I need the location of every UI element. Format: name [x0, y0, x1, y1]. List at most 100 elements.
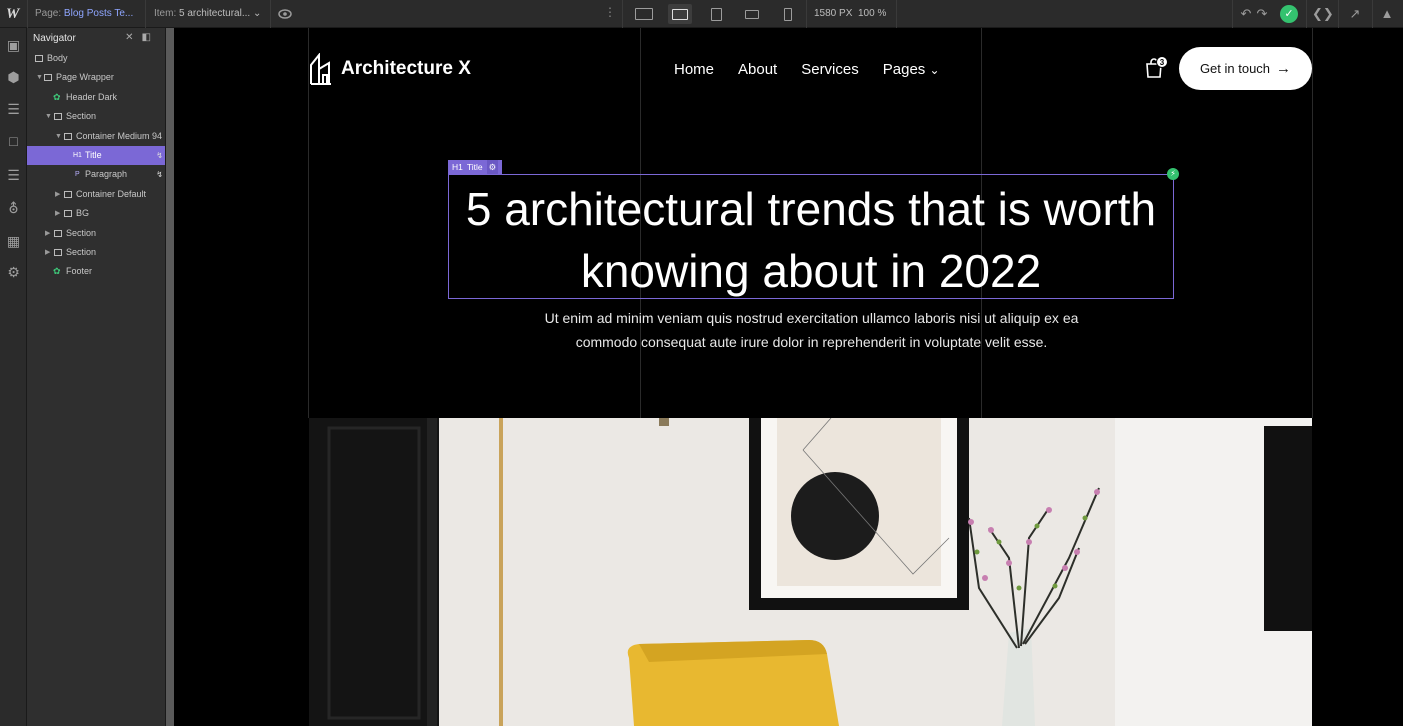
arrow-right-icon: → [1276, 60, 1292, 77]
design-canvas[interactable]: Architecture X Home About Services Pages… [174, 28, 1403, 726]
navigator-tree: Body ▼ Page Wrapper ✿ Header Dark ▼ Sect… [27, 49, 165, 282]
get-in-touch-button[interactable]: Get in touch → [1179, 47, 1312, 90]
nav-home[interactable]: Home [674, 61, 714, 78]
divider [622, 0, 623, 28]
publish-icon[interactable]: ▲ [1378, 5, 1396, 23]
symbol-icon: ✿ [53, 91, 61, 102]
interior-photo [309, 418, 1312, 726]
mobile-landscape-breakpoint-icon[interactable] [740, 4, 764, 24]
cart-button[interactable]: 3 [1144, 56, 1168, 78]
left-icon-rail: ▣ ⬢ ☰ □ ☰ ⛢ ▦ ⚙ [0, 28, 27, 726]
gear-icon[interactable]: ⚙ [486, 160, 499, 174]
building-logo-icon [310, 53, 331, 85]
chevron-down-icon: ⌄ [929, 63, 940, 77]
database-icon[interactable]: ☰ [5, 167, 22, 184]
tree-item-label: BG [76, 208, 90, 219]
selected-element-tag[interactable]: H1 Title ⚙ [448, 160, 503, 174]
desktop-large-breakpoint-icon[interactable] [632, 4, 656, 24]
desktop-breakpoint-icon[interactable] [668, 4, 692, 24]
tree-item-label: Container Default [76, 188, 147, 199]
section-icon [54, 248, 62, 256]
page-icon[interactable]: □ [5, 133, 22, 150]
tree-item-title[interactable]: H1 Title ↯ [27, 145, 165, 166]
item-selector[interactable]: Item: 5 architectural... ⌄ [154, 8, 261, 19]
code-icon[interactable]: ❮❯ [1312, 5, 1334, 23]
zoom-level[interactable]: 100 % [858, 8, 886, 19]
cart-count-badge: 3 [1156, 56, 1168, 68]
caret-right-icon[interactable]: ▶ [55, 185, 60, 204]
tree-item-container-default[interactable]: ▶ Container Default [27, 185, 165, 204]
hero-image [309, 418, 1312, 726]
section-icon [54, 113, 62, 121]
chevron-down-icon: ⌄ [252, 8, 262, 19]
tree-item-section-3[interactable]: ▶ Section [27, 243, 165, 262]
box-icon[interactable]: ⬢ [5, 69, 22, 86]
panel-resize-handle[interactable] [166, 28, 174, 726]
tablet-breakpoint-icon[interactable] [704, 4, 728, 24]
caret-down-icon[interactable]: ▼ [55, 127, 62, 146]
more-options-icon[interactable]: ⋮ [604, 5, 616, 19]
layout-guide [308, 28, 309, 418]
heading-tag: H1 [452, 162, 463, 172]
selected-element-name: Title [466, 162, 483, 172]
divider [1338, 0, 1339, 28]
tree-item-label: Page Wrapper [56, 72, 114, 83]
dock-icon[interactable]: ◧ [142, 32, 159, 43]
export-icon[interactable]: ↗ [1346, 5, 1364, 23]
navigator-header: Navigator ✕◧ [27, 28, 165, 48]
box-icon [44, 74, 52, 82]
list-icon[interactable]: ☰ [5, 101, 22, 118]
caret-right-icon[interactable]: ▶ [45, 224, 50, 243]
interaction-icon: ↯ [156, 150, 163, 160]
tree-item-label: Section [66, 227, 97, 238]
tree-item-section-2[interactable]: ▶ Section [27, 224, 165, 243]
tree-item-body[interactable]: Body [27, 49, 165, 68]
symbol-icon: ✿ [53, 266, 61, 277]
site-logo[interactable]: Architecture X [309, 53, 471, 85]
page-title[interactable]: 5 architectural trends that is worth kno… [448, 178, 1174, 302]
redo-icon[interactable]: ↷ [1253, 5, 1271, 23]
eye-icon[interactable] [278, 9, 292, 19]
cart-icon[interactable]: ⛢ [5, 200, 22, 217]
tree-item-label: Body [47, 53, 68, 63]
mobile-portrait-breakpoint-icon[interactable] [776, 4, 800, 24]
nav-pages[interactable]: Pages ⌄ [883, 61, 940, 78]
navigator-title: Navigator [33, 33, 76, 44]
box-icon [64, 132, 72, 140]
divider [806, 0, 807, 28]
settings-icon[interactable]: ⚙ [5, 264, 22, 281]
divider [27, 0, 28, 28]
divider [270, 0, 271, 28]
caret-down-icon[interactable]: ▼ [45, 107, 52, 126]
tree-item-bg[interactable]: ▶ BG [27, 204, 165, 223]
intro-paragraph[interactable]: Ut enim ad minim veniam quis nostrud exe… [514, 306, 1109, 354]
caret-right-icon[interactable]: ▶ [45, 243, 50, 262]
tree-item-label: Header Dark [66, 91, 118, 102]
tree-item-page-wrapper[interactable]: ▼ Page Wrapper [27, 68, 165, 87]
assets-icon[interactable]: ▦ [5, 233, 22, 250]
tree-item-label: Section [66, 246, 97, 257]
tree-item-paragraph[interactable]: P Paragraph ↯ [27, 165, 165, 184]
container-icon [64, 190, 72, 198]
saved-status-check-icon: ✓ [1280, 5, 1298, 23]
nav-about[interactable]: About [738, 61, 777, 78]
divider [1372, 0, 1373, 28]
webflow-logo-icon[interactable]: W [6, 6, 19, 23]
caret-right-icon[interactable]: ▶ [55, 204, 60, 223]
layout-guide [1312, 28, 1313, 418]
paragraph-icon: P [75, 171, 80, 179]
canvas-width: 1580 PX [814, 8, 853, 19]
page-selector[interactable]: Page: Blog Posts Te... [35, 8, 133, 19]
cta-label: Get in touch [1199, 61, 1271, 76]
nav-services[interactable]: Services [801, 61, 859, 78]
divider [1306, 0, 1307, 28]
caret-down-icon[interactable]: ▼ [36, 68, 43, 87]
tree-item-container-medium[interactable]: ▼ Container Medium 94 [27, 127, 165, 146]
tree-item-header-dark[interactable]: ✿ Header Dark [27, 88, 165, 107]
add-icon[interactable]: ▣ [5, 37, 22, 54]
collapse-icon[interactable]: ✕ [125, 32, 141, 43]
heading-icon: H1 [73, 151, 82, 159]
interaction-icon: ↯ [156, 170, 163, 180]
tree-item-footer[interactable]: ✿ Footer [27, 262, 165, 281]
tree-item-section[interactable]: ▼ Section [27, 107, 165, 126]
